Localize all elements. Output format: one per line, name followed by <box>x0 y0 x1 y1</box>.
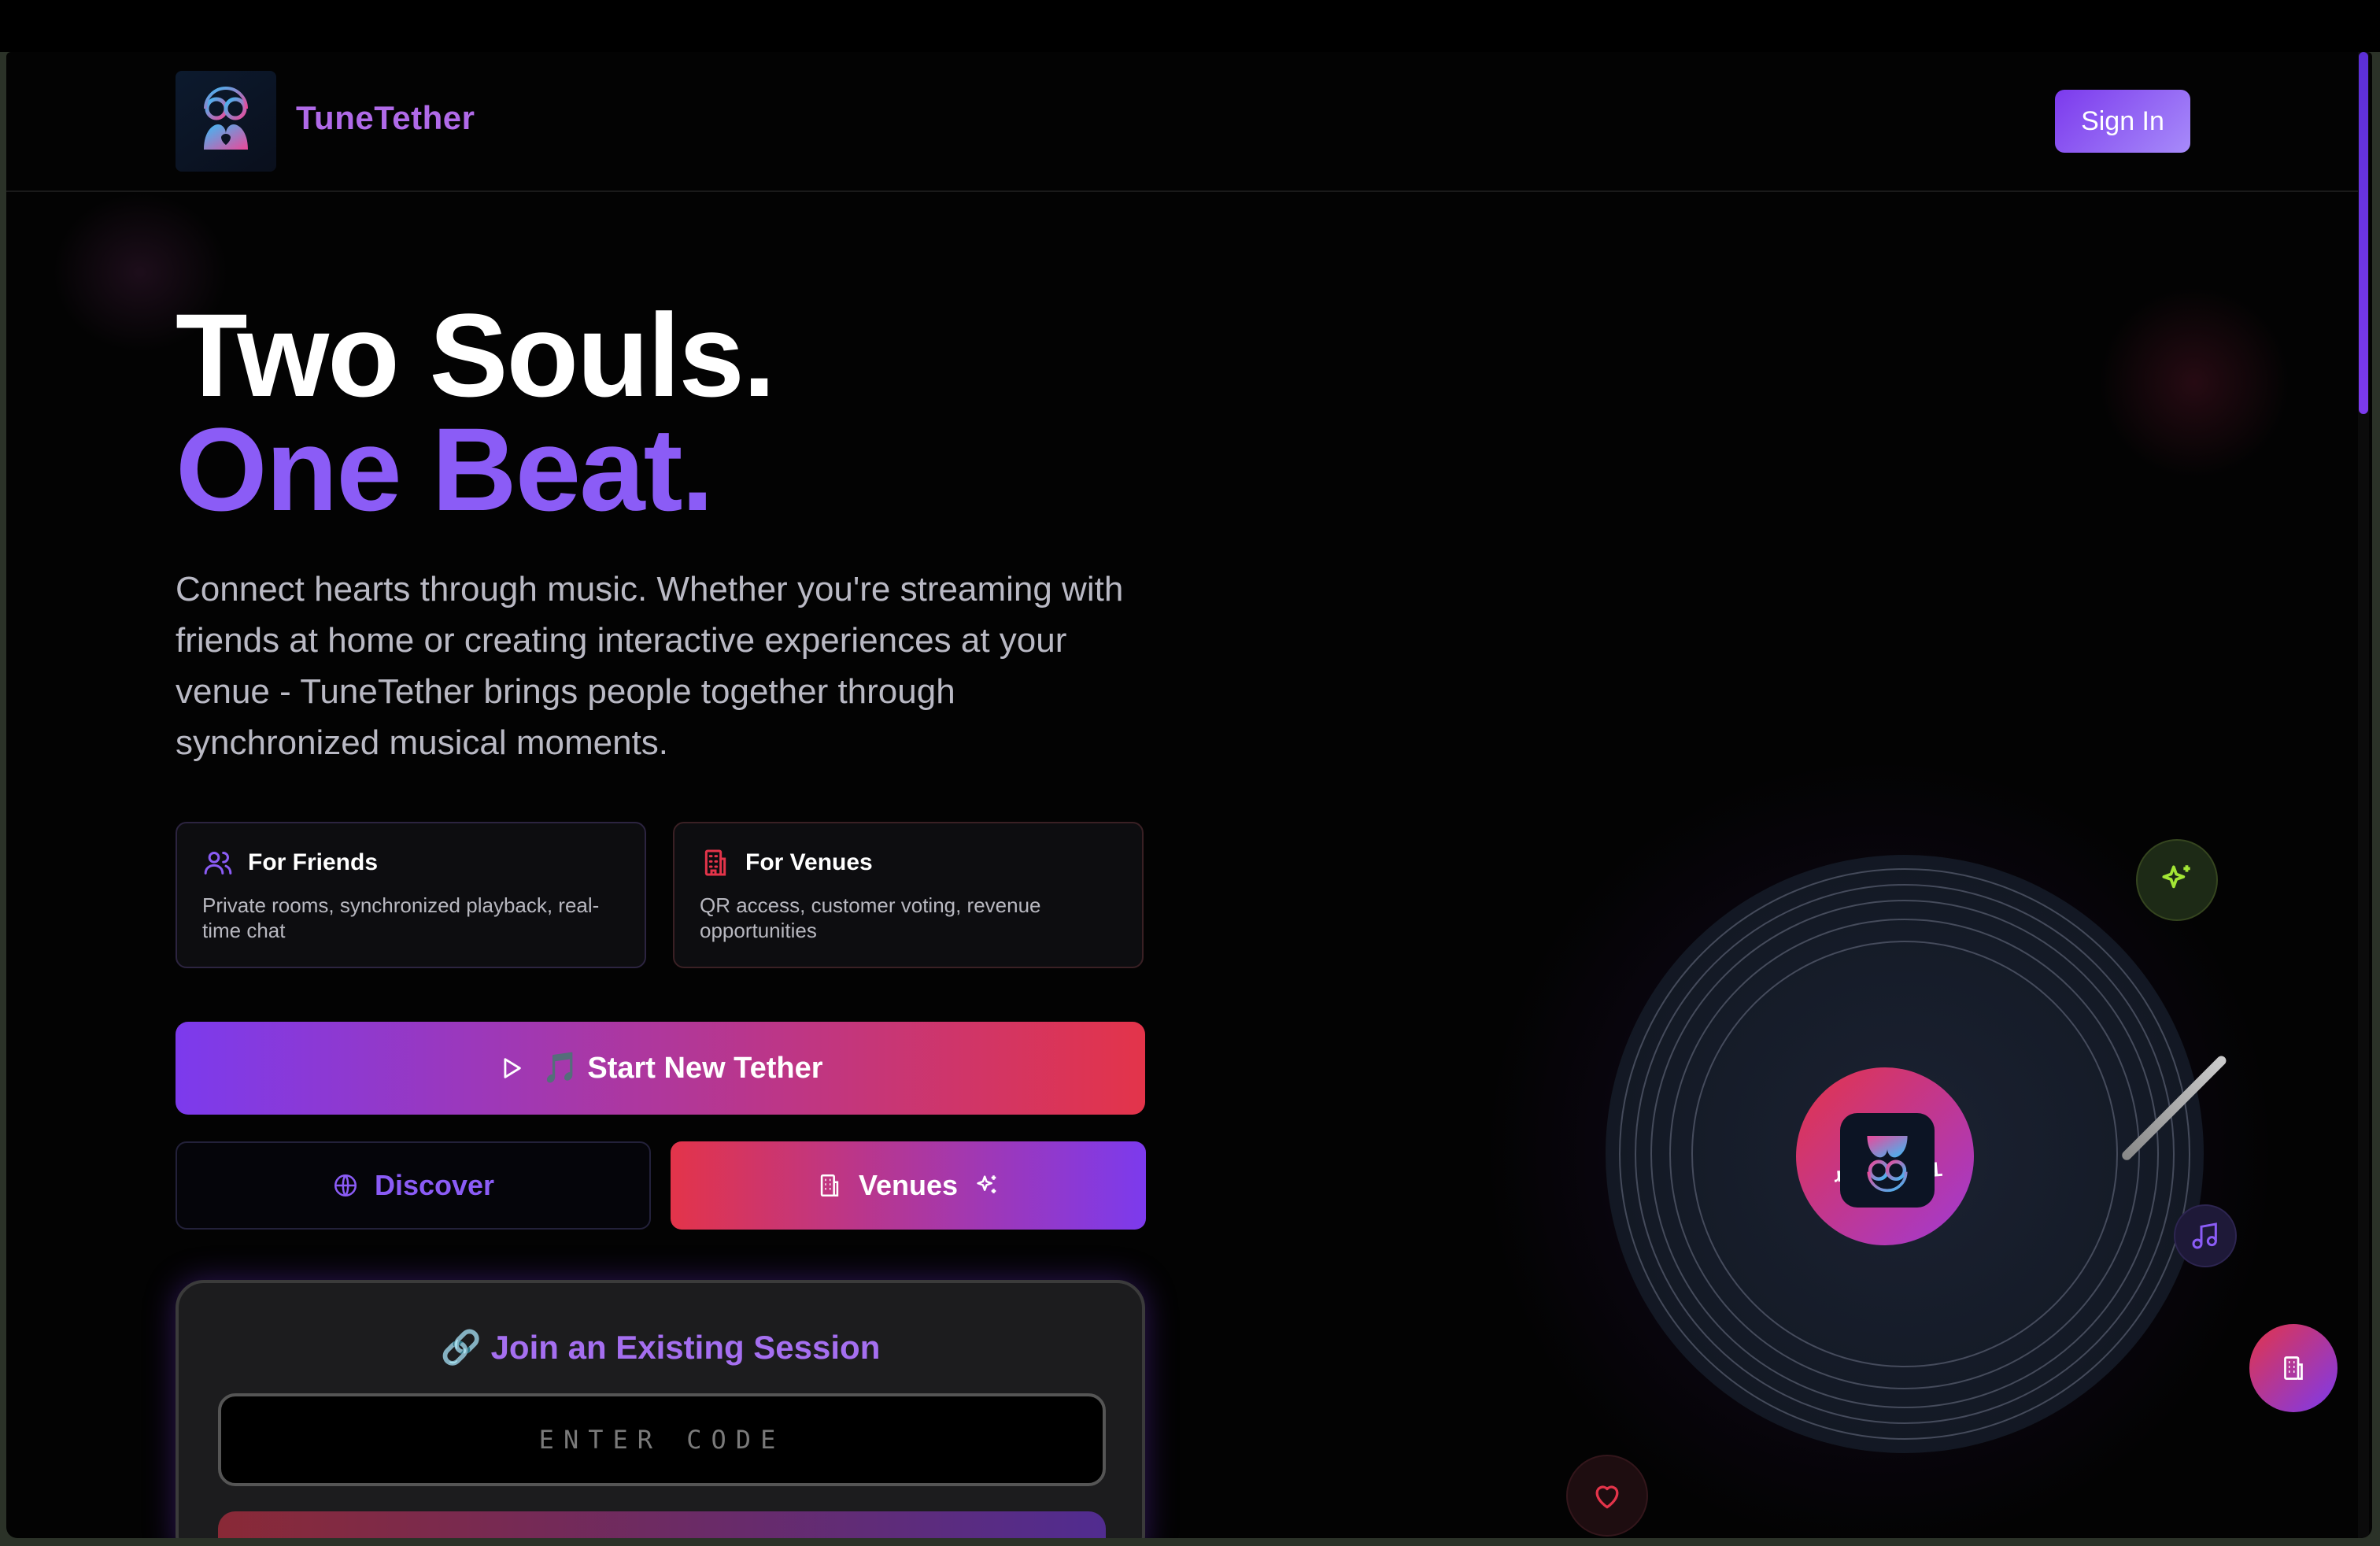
floating-music-note <box>2174 1204 2237 1267</box>
window-top-bar <box>0 0 2380 52</box>
floating-heart <box>1566 1455 1648 1537</box>
hero-title-line2: One Beat. <box>176 403 714 535</box>
sparkles-icon <box>977 1175 996 1193</box>
hero-description: Connect hearts through music. Whether yo… <box>176 570 1124 762</box>
couple-headphones-icon <box>1867 1135 1908 1193</box>
globe-icon <box>334 1174 357 1197</box>
ambient-glow <box>2100 288 2289 477</box>
scrollbar-thumb[interactable] <box>2359 52 2368 414</box>
building-icon <box>2284 1356 2303 1380</box>
feature-card-venues: For Venues QR access, customer voting, r… <box>673 822 1144 968</box>
discover-button[interactable]: Discover <box>176 1141 651 1230</box>
site-header: TuneTether Sign In <box>6 52 2360 192</box>
venue-fab[interactable] <box>2249 1324 2338 1412</box>
feature-title: For Venues <box>745 849 873 875</box>
building-icon <box>820 1174 839 1197</box>
play-icon <box>504 1058 522 1078</box>
logo[interactable] <box>176 71 276 172</box>
start-new-tether-label: 🎵 Start New Tether <box>541 1052 823 1085</box>
discover-label: Discover <box>374 1169 495 1201</box>
join-session-button[interactable] <box>218 1511 1106 1538</box>
feature-card-friends: For Friends Private rooms, synchronized … <box>176 822 646 968</box>
venues-button[interactable]: Venues <box>671 1141 1146 1230</box>
sparkles-icon <box>2162 865 2190 889</box>
scrollbar[interactable] <box>2358 52 2369 1538</box>
start-new-tether-button[interactable]: 🎵 Start New Tether <box>176 1022 1145 1115</box>
feature-title: For Friends <box>248 849 379 875</box>
venues-label: Venues <box>858 1169 959 1201</box>
session-code-input[interactable] <box>218 1393 1106 1486</box>
feature-description: QR access, customer voting, revenue oppo… <box>700 893 1041 942</box>
music-note-icon <box>2192 1222 2217 1249</box>
hero-title-line1: Two Souls. <box>176 289 776 421</box>
building-icon <box>704 849 726 876</box>
feature-description: Private rooms, synchronized playback, re… <box>202 893 600 942</box>
record-logo <box>1840 1113 1935 1208</box>
heart-icon <box>1595 1485 1619 1509</box>
brand-name[interactable]: TuneTether <box>296 99 475 137</box>
couple-headphones-icon <box>204 87 248 150</box>
join-session-panel: 🔗 Join an Existing Session <box>176 1280 1145 1538</box>
page-viewport: TuneTether Sign In Two Souls. One Beat. … <box>6 52 2372 1538</box>
sign-in-button[interactable]: Sign In <box>2055 90 2190 153</box>
users-icon <box>204 852 232 875</box>
floating-sparkle <box>2136 839 2218 921</box>
join-session-title: 🔗 Join an Existing Session <box>440 1329 881 1366</box>
